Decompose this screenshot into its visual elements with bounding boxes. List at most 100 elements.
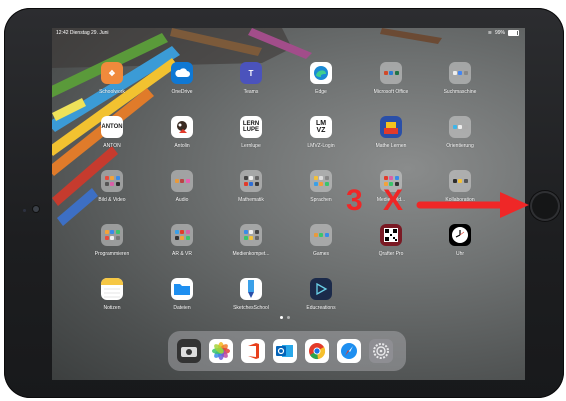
onedrive-icon [171, 62, 193, 84]
folder-icon [171, 224, 193, 246]
folder-icon [310, 224, 332, 246]
app-label: Microsoft Office [373, 89, 409, 95]
app-notizen[interactable]: Notizen [83, 278, 141, 311]
app-label: SketchesSchool [233, 305, 269, 311]
schoolwork-icon: ❖ [101, 62, 123, 84]
folder-icon [101, 224, 123, 246]
anton-icon: ANTON [101, 116, 123, 138]
annotation-text: 3 X [346, 184, 410, 217]
app-mathe-lernen[interactable]: Mathe Lernen [362, 116, 420, 149]
notes-icon [101, 278, 123, 300]
lernlupe-icon: LERN LUPE [240, 116, 262, 138]
front-camera [33, 206, 39, 212]
app-label: Bild & Video [98, 197, 126, 203]
app-label: Programmieren [94, 251, 130, 257]
folder-suchmaschine[interactable]: Suchmaschine [431, 62, 489, 95]
app-label: Educreations [306, 305, 336, 311]
educreations-icon [310, 278, 332, 300]
clock-icon [449, 224, 471, 246]
app-onedrive[interactable]: OneDrive [153, 62, 211, 95]
home-button[interactable] [532, 193, 558, 219]
folder-icon [171, 170, 193, 192]
sensor-dot [23, 209, 26, 212]
folder-microsoft-office[interactable]: Microsoft Office [362, 62, 420, 95]
app-qrafter-pro[interactable]: Qrafter Pro [362, 224, 420, 257]
app-label: OneDrive [171, 89, 193, 95]
app-label: Mathematik [238, 197, 264, 203]
office-icon[interactable] [241, 339, 265, 363]
folder-icon [449, 62, 471, 84]
app-label: Edge [315, 89, 327, 95]
app-teams[interactable]: T Teams [222, 62, 280, 95]
app-lmvz[interactable]: LM VZ LMVZ-Login [292, 116, 350, 149]
wifi-icon: ≋ [487, 30, 492, 36]
app-educreations[interactable]: Educreations [292, 278, 350, 311]
app-label: LMVZ-Login [307, 143, 335, 149]
page-dot[interactable] [287, 316, 290, 319]
folder-icon [310, 170, 332, 192]
settings-icon[interactable] [369, 339, 393, 363]
teams-icon: T [240, 62, 262, 84]
app-label: Orientierung [446, 143, 474, 149]
app-antolin[interactable]: Antolin [153, 116, 211, 149]
folder-sprachen[interactable]: Sprachen [292, 170, 350, 203]
qrafter-icon [380, 224, 402, 246]
app-label: Suchmaschine [443, 89, 477, 95]
folder-icon [240, 224, 262, 246]
app-label: Mathe Lernen [375, 143, 407, 149]
app-label: Dateien [173, 305, 191, 311]
mathe-lernen-icon [380, 116, 402, 138]
battery-icon [508, 30, 519, 36]
app-label: Qrafter Pro [378, 251, 404, 257]
lmvz-icon: LM VZ [310, 116, 332, 138]
folder-mathematik[interactable]: Mathematik [222, 170, 280, 203]
outlook-icon[interactable] [273, 339, 297, 363]
app-anton[interactable]: ANTON ANTON [83, 116, 141, 149]
folder-icon [449, 116, 471, 138]
app-label: Sprachen [310, 197, 332, 203]
clock-time: 12:42 [56, 30, 69, 36]
app-dateien[interactable]: Dateien [153, 278, 211, 311]
app-label: Uhr [455, 251, 465, 257]
status-date: Dienstag 29. Juni [69, 30, 109, 36]
sketches-icon [240, 278, 262, 300]
chrome-icon[interactable] [305, 339, 329, 363]
app-sketchesschool[interactable]: SketchesSchool [222, 278, 280, 311]
page-indicator[interactable] [280, 316, 290, 319]
app-label: Schoolwork [99, 89, 125, 95]
app-label: Notizen [103, 305, 121, 311]
files-icon [171, 278, 193, 300]
folder-icon [449, 170, 471, 192]
app-label: Lernlupe [241, 143, 261, 149]
edge-icon [310, 62, 332, 84]
folder-icon [380, 62, 402, 84]
folder-orientierung[interactable]: Orientierung [431, 116, 489, 149]
camera-icon[interactable] [177, 339, 201, 363]
page-dot[interactable] [280, 316, 283, 319]
folder-icon [240, 170, 262, 192]
folder-audio[interactable]: Audio [153, 170, 211, 203]
folder-bild-video[interactable]: Bild & Video [83, 170, 141, 203]
folder-ar-vr[interactable]: AR & VR [153, 224, 211, 257]
app-label: Antolin [174, 143, 190, 149]
app-schoolwork[interactable]: ❖ Schoolwork [83, 62, 141, 95]
safari-icon[interactable] [337, 339, 361, 363]
app-lernlupe[interactable]: LERN LUPE Lernlupe [222, 116, 280, 149]
folder-icon [101, 170, 123, 192]
antolin-icon [171, 116, 193, 138]
dock [168, 331, 406, 371]
app-label: Teams [243, 89, 259, 95]
folder-programmieren[interactable]: Programmieren [83, 224, 141, 257]
battery-percent: 99% [494, 30, 505, 36]
app-edge[interactable]: Edge [292, 62, 350, 95]
app-label: AR & VR [171, 251, 192, 257]
app-label: ANTON [103, 143, 121, 149]
photos-icon[interactable] [209, 339, 233, 363]
app-uhr[interactable]: Uhr [431, 224, 489, 257]
app-label: Audio [175, 197, 189, 203]
folder-medienkompetenz[interactable]: Medienkompet... [222, 224, 280, 257]
app-label: Medienkompet... [232, 251, 270, 257]
red-arrow-icon [416, 192, 529, 218]
folder-games[interactable]: Games [292, 224, 350, 257]
status-right: ≋ 99% [488, 30, 519, 36]
